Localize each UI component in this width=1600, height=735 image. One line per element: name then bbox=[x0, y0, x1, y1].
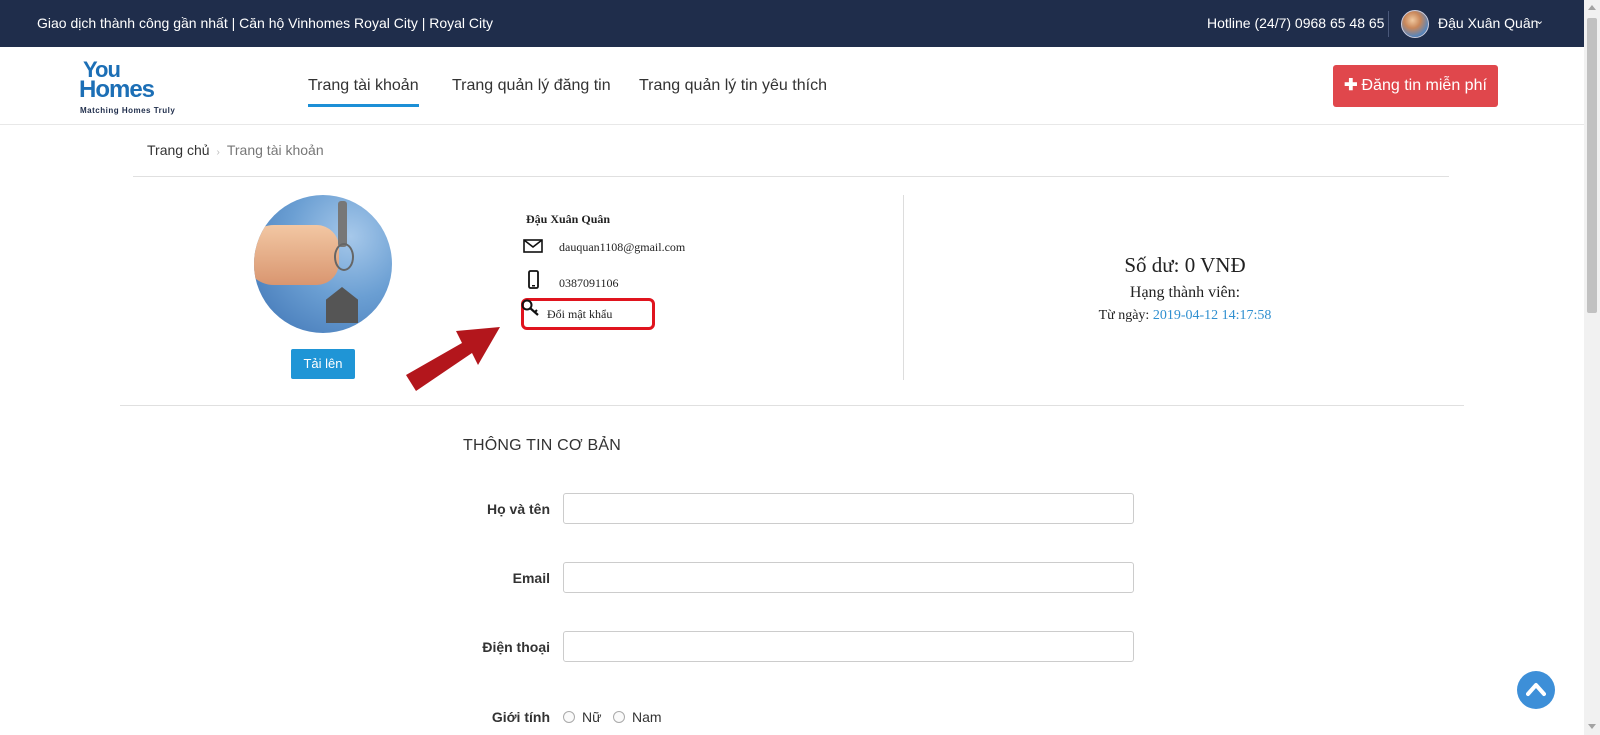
avatar-ring-shape bbox=[334, 243, 354, 271]
member-since-date: 2019-04-12 14:17:58 bbox=[1152, 308, 1272, 323]
profile-phone: 0387091106 bbox=[559, 276, 619, 290]
back-to-top-button[interactable] bbox=[1517, 671, 1555, 709]
scroll-up-arrow-icon[interactable] bbox=[1588, 5, 1596, 10]
profile-phone-row: 0387091106 bbox=[523, 270, 723, 292]
divider bbox=[133, 176, 1449, 177]
scrollbar-thumb[interactable] bbox=[1587, 18, 1597, 313]
logo-tagline: Matching Homes Truly bbox=[80, 106, 176, 115]
avatar-house-shape bbox=[326, 287, 358, 323]
account-balance-panel: Số dư: 0 VNĐ Hạng thành viên: Từ ngày: 2… bbox=[1000, 253, 1370, 324]
avatar-hand-shape bbox=[254, 225, 339, 285]
change-password-highlight[interactable]: Đổi mật khẩu bbox=[521, 298, 655, 330]
top-bar: Giao dịch thành công gần nhất | Căn hộ V… bbox=[0, 0, 1584, 47]
chevron-down-icon[interactable]: ⌄ bbox=[1535, 14, 1544, 27]
member-rank-text: Hạng thành viên: bbox=[1129, 284, 1241, 301]
email-label: Email bbox=[512, 570, 550, 586]
plus-icon: ✚ bbox=[1344, 77, 1358, 94]
profile-email: dauquan1108@gmail.com bbox=[559, 240, 686, 254]
hotline-text[interactable]: Hotline (24/7) 0968 65 48 65 bbox=[1207, 15, 1384, 31]
avatar-key-shape bbox=[338, 201, 347, 247]
site-logo[interactable]: You Homes Matching Homes Truly bbox=[79, 59, 199, 116]
member-since-label: Từ ngày: bbox=[1098, 308, 1150, 323]
member-since: Từ ngày: 2019-04-12 14:17:58 bbox=[1000, 308, 1370, 324]
gender-male-radio[interactable] bbox=[613, 711, 625, 723]
full-name-input[interactable] bbox=[563, 493, 1134, 524]
user-avatar[interactable] bbox=[1401, 10, 1429, 38]
profile-name: Đậu Xuân Quân bbox=[526, 212, 611, 226]
balance-text: Số dư: 0 VNĐ bbox=[1124, 253, 1246, 277]
breadcrumb-separator: › bbox=[216, 147, 220, 158]
recent-deal-text[interactable]: Giao dịch thành công gần nhất | Căn hộ V… bbox=[37, 15, 493, 31]
phone-label: Điện thoại bbox=[482, 639, 550, 655]
logo-line-2: Homes bbox=[79, 76, 155, 103]
profile-avatar bbox=[254, 195, 392, 333]
post-free-label: Đăng tin miễn phí bbox=[1361, 77, 1487, 94]
post-free-button[interactable]: ✚ Đăng tin miễn phí bbox=[1333, 65, 1498, 107]
mobile-phone-icon bbox=[528, 270, 539, 289]
gender-male-label[interactable]: Nam bbox=[632, 709, 662, 725]
divider bbox=[1388, 11, 1389, 37]
divider bbox=[903, 195, 904, 380]
change-password-link[interactable]: Đổi mật khẩu bbox=[547, 307, 612, 322]
red-arrow-annotation bbox=[406, 327, 500, 391]
phone-input[interactable] bbox=[563, 631, 1134, 662]
user-menu-name[interactable]: Đậu Xuân Quân bbox=[1438, 15, 1538, 31]
envelope-icon bbox=[523, 239, 543, 253]
nav-item-favorites[interactable]: Trang quản lý tin yêu thích bbox=[639, 77, 827, 95]
gender-female-radio[interactable] bbox=[563, 711, 575, 723]
full-name-label: Họ và tên bbox=[486, 501, 550, 517]
scroll-down-arrow-icon[interactable] bbox=[1588, 724, 1596, 729]
breadcrumb-home[interactable]: Trang chủ bbox=[147, 142, 210, 158]
nav-item-account[interactable]: Trang tài khoản bbox=[308, 77, 419, 107]
gender-label: Giới tính bbox=[491, 709, 550, 725]
breadcrumb-current: Trang tài khoản bbox=[226, 142, 324, 158]
chevron-up-icon bbox=[1526, 683, 1546, 696]
email-input[interactable] bbox=[563, 562, 1134, 593]
upload-avatar-button[interactable]: Tải lên bbox=[291, 349, 355, 379]
profile-email-row: dauquan1108@gmail.com bbox=[523, 238, 723, 258]
divider bbox=[120, 405, 1464, 406]
gender-female-label[interactable]: Nữ bbox=[582, 709, 601, 725]
breadcrumb: Trang chủ › Trang tài khoản bbox=[147, 142, 324, 158]
main-navbar: You Homes Matching Homes Truly Trang tài… bbox=[0, 47, 1584, 125]
key-icon bbox=[521, 299, 539, 316]
nav-item-manage-posts[interactable]: Trang quản lý đăng tin bbox=[452, 77, 611, 95]
section-title: THÔNG TIN CƠ BẢN bbox=[463, 437, 621, 454]
page-scrollbar[interactable] bbox=[1584, 0, 1600, 735]
